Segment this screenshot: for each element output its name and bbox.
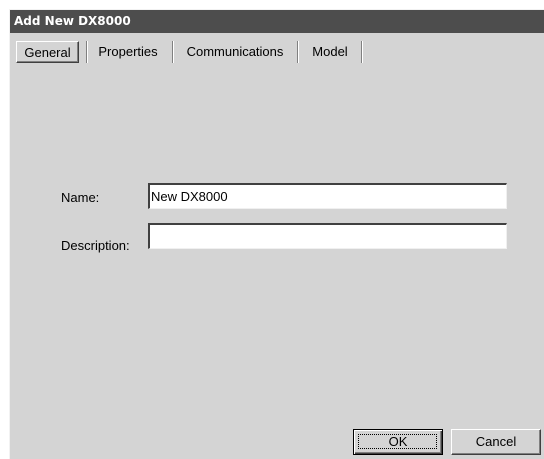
cancel-button[interactable]: Cancel xyxy=(451,429,541,455)
description-field[interactable] xyxy=(148,223,507,249)
tab-model-label: Model xyxy=(312,44,348,59)
tab-properties-label: Properties xyxy=(98,44,158,59)
cancel-button-label: Cancel xyxy=(475,434,517,449)
tab-divider xyxy=(361,41,363,63)
tab-model[interactable]: Model xyxy=(303,41,357,63)
name-label: Name: xyxy=(61,190,100,205)
window-title-bar[interactable]: Add New DX8000 xyxy=(10,10,544,33)
description-label: Description: xyxy=(61,238,130,253)
tab-properties[interactable]: Properties xyxy=(90,41,166,63)
tab-communications-label: Communications xyxy=(186,44,284,59)
name-field[interactable] xyxy=(148,183,507,209)
tab-communications[interactable]: Communications xyxy=(178,41,292,63)
ok-button-label: OK xyxy=(388,434,408,449)
tab-divider xyxy=(297,41,299,63)
add-device-dialog: Add New DX8000 General Properties Commun… xyxy=(9,9,544,459)
tab-strip: General Properties Communications Model xyxy=(10,33,544,73)
tab-divider xyxy=(86,41,88,63)
tab-general[interactable]: General xyxy=(16,41,79,63)
window-title: Add New DX8000 xyxy=(14,14,131,28)
tab-general-label: General xyxy=(24,45,71,60)
tab-divider xyxy=(172,41,174,63)
ok-button[interactable]: OK xyxy=(353,429,443,455)
